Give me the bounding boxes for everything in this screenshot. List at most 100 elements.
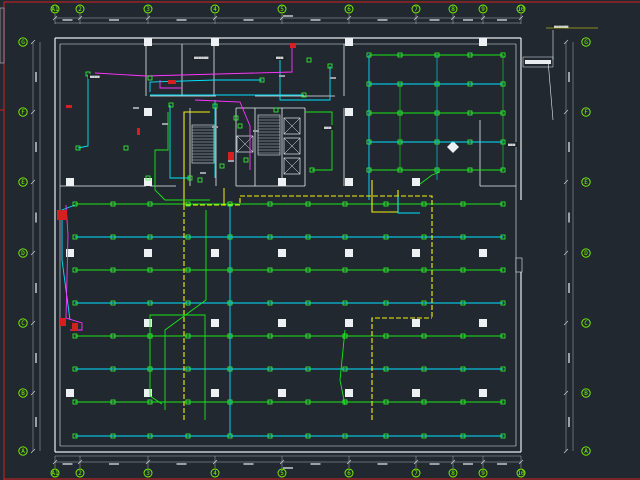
callout-label: ■■■■ (90, 74, 100, 79)
dimension-text-mark (310, 463, 321, 465)
dimension-text-mark (377, 19, 388, 21)
axis-label-row: F (21, 109, 25, 116)
axis-label-row: A (584, 448, 588, 455)
axis-label-col: 6 (347, 6, 351, 13)
dimension-text-mark (568, 353, 570, 363)
structural-column (144, 108, 152, 116)
axis-label-row: B (21, 390, 25, 397)
dimension-text-mark (35, 353, 37, 363)
axis-label-col: 5 (280, 6, 284, 13)
room-tag-text-mark (525, 60, 551, 64)
structural-column (479, 38, 487, 46)
structural-column (144, 178, 152, 186)
axis-label-col: 5 (280, 470, 284, 477)
dimension-text-mark (310, 19, 321, 21)
dimension-text-mark (62, 463, 73, 465)
axis-label-col: 7 (414, 6, 418, 13)
structural-column (479, 249, 487, 257)
dimension-text-mark (568, 72, 570, 82)
dimension-text-mark (243, 19, 254, 21)
structural-column (345, 178, 353, 186)
dimension-text-mark (109, 19, 119, 21)
structural-column (66, 389, 74, 397)
dimension-text-mark (497, 19, 507, 21)
dimension-text-mark (62, 19, 73, 21)
axis-label-col: 9 (481, 6, 485, 13)
structural-column (211, 389, 219, 397)
structural-column (211, 249, 219, 257)
equipment-red (66, 105, 72, 108)
dimension-text-mark (463, 19, 473, 21)
axis-label-row: E (584, 179, 588, 186)
wall-opening (515, 257, 523, 273)
cad-drawing-canvas[interactable]: A1 A1 2 2 3 3 4 4 5 5 6 6 7 7 8 8 9 9 10 10 G G F F E E D D C C B B A A ■… (0, 0, 640, 480)
dimension-text-mark (35, 417, 37, 427)
dimension-text-mark (568, 283, 570, 293)
axis-label-row: A (21, 448, 25, 455)
dimension-text-mark (568, 212, 570, 223)
annotation-mark (212, 126, 218, 128)
structural-column (345, 38, 353, 46)
equipment-red (60, 318, 66, 326)
structural-column (278, 319, 286, 327)
overall-dimension-mark (283, 467, 293, 469)
dimension-text-mark (497, 463, 507, 465)
axis-label-row: F (584, 109, 588, 116)
dimension-text-mark (35, 72, 37, 82)
annotation-mark (330, 77, 336, 79)
dimension-text-mark (176, 19, 187, 21)
structural-column (412, 249, 420, 257)
dimension-text-mark (35, 212, 37, 223)
axis-label-col: 10 (517, 470, 525, 477)
structural-column (144, 38, 152, 46)
structural-column (479, 389, 487, 397)
axis-label-row: C (21, 320, 25, 327)
axis-label-row: C (584, 320, 588, 327)
structural-column (211, 319, 219, 327)
dimension-text-mark (176, 463, 187, 465)
annotation-mark (133, 107, 139, 109)
axis-label-row: G (21, 39, 25, 46)
axis-label-col: 8 (451, 6, 455, 13)
axis-label-col: 3 (146, 6, 150, 13)
dimension-text-mark (429, 463, 440, 465)
drawing-background (0, 0, 640, 480)
axis-label-col: A1 (51, 470, 59, 477)
axis-label-row: E (21, 179, 25, 186)
structural-column (345, 249, 353, 257)
equipment-red (290, 43, 296, 48)
structural-column (412, 319, 420, 327)
axis-label-row: G (584, 39, 588, 46)
equipment-red (168, 80, 176, 84)
structural-column (278, 178, 286, 186)
dimension-text-mark (377, 463, 388, 465)
dimension-text-mark (568, 142, 570, 152)
dimension-text-mark (568, 417, 570, 427)
structural-column (278, 249, 286, 257)
annotation-mark (228, 160, 234, 162)
structural-column (345, 319, 353, 327)
dimension-text-mark (243, 463, 254, 465)
callout-label: ■■■ (276, 55, 284, 60)
callout-label: ■■■■■■ (194, 55, 209, 60)
structural-column (144, 389, 152, 397)
axis-label-row: B (584, 390, 588, 397)
structural-column (211, 38, 219, 46)
overall-dimension-mark (283, 15, 293, 17)
callout-label: ■■■ (508, 142, 516, 147)
annotation-mark (200, 172, 206, 174)
annotation-mark (162, 123, 168, 125)
axis-label-col: 4 (213, 470, 217, 477)
axis-label-col: 6 (347, 470, 351, 477)
callout-label: ■■■ (324, 125, 332, 130)
structural-column (412, 389, 420, 397)
annotation-mark (279, 75, 285, 77)
axis-label-col: 10 (517, 6, 525, 13)
axis-label-row: D (584, 250, 588, 257)
equipment-red (72, 323, 78, 331)
structural-column (278, 389, 286, 397)
axis-label-col: 8 (451, 470, 455, 477)
structural-column (345, 389, 353, 397)
axis-label-col: 2 (78, 6, 82, 13)
structural-column (345, 108, 353, 116)
